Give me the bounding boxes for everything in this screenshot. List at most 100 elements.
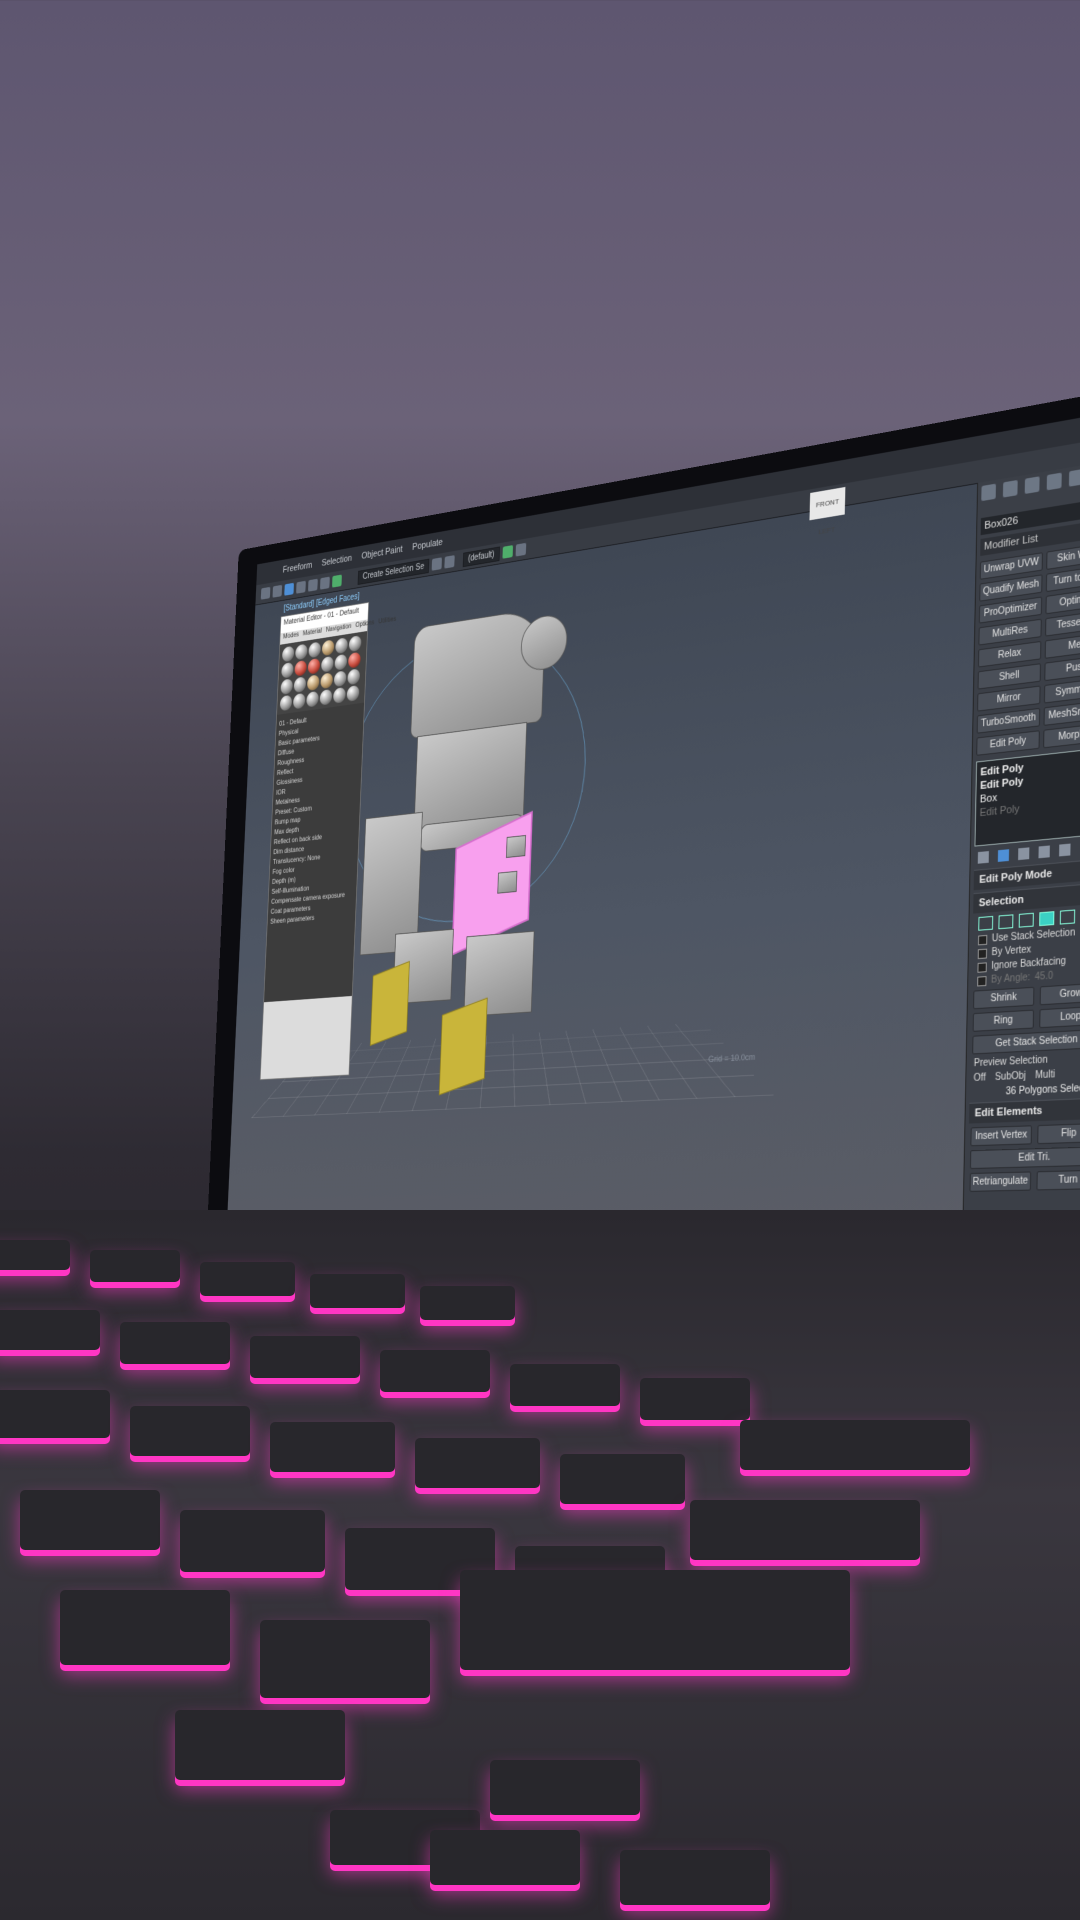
keyboard-key	[420, 1286, 515, 1320]
selection-count: 36 Polygons Selected	[1005, 1082, 1080, 1098]
material-slot[interactable]	[320, 672, 334, 690]
make-unique-icon[interactable]	[1018, 847, 1030, 861]
menu-object-paint[interactable]: Object Paint	[361, 544, 403, 561]
modifier-button[interactable]: Edit Poly	[976, 730, 1040, 756]
material-slot[interactable]	[334, 653, 348, 671]
render-setup-icon[interactable]	[515, 542, 526, 557]
element-level-icon[interactable]	[1059, 909, 1076, 925]
material-slot[interactable]	[293, 676, 307, 693]
get-stack-selection-button[interactable]: Get Stack Selection	[972, 1028, 1080, 1055]
keyboard-key	[175, 1710, 345, 1780]
configure-sets-icon[interactable]	[1059, 843, 1071, 857]
menu-freeform[interactable]: Freeform	[283, 560, 313, 575]
material-slot[interactable]	[333, 670, 347, 688]
motion-tab-icon[interactable]	[1046, 472, 1062, 491]
viewcube[interactable]: FRONT LEFT	[809, 486, 846, 536]
show-end-result-icon[interactable]	[997, 849, 1010, 862]
keyboard-key	[250, 1336, 360, 1378]
modifier-button[interactable]: MeshSmooth	[1043, 699, 1080, 726]
rollout-edit-elements[interactable]: Edit Elements	[969, 1097, 1080, 1124]
hierarchy-tab-icon[interactable]	[1024, 476, 1040, 494]
flip-button[interactable]: Flip	[1037, 1122, 1080, 1145]
align-icon[interactable]	[444, 555, 455, 569]
material-slot[interactable]	[348, 635, 362, 653]
keyboard-key	[180, 1510, 325, 1572]
material-slot[interactable]	[333, 687, 346, 704]
keyboard-key	[200, 1262, 295, 1296]
material-slot[interactable]	[280, 678, 293, 695]
material-slot[interactable]	[295, 643, 308, 661]
menu-populate[interactable]: Populate	[412, 537, 443, 552]
select-icon[interactable]	[284, 582, 294, 596]
material-slot[interactable]	[307, 658, 321, 675]
ring-loop-row: Ring Loop	[972, 1005, 1080, 1032]
command-panel: Box026 Modifier List Unwrap UVW Skin Wra…	[961, 459, 1080, 1277]
modifier-button[interactable]: Skin Wrap	[1046, 541, 1080, 570]
robot-bolt-bottom[interactable]	[497, 870, 518, 894]
material-slot[interactable]	[335, 637, 348, 655]
mirror-icon[interactable]	[431, 557, 442, 571]
grow-button[interactable]: Grow	[1039, 982, 1080, 1006]
modifier-button[interactable]: Push	[1044, 654, 1080, 682]
material-slot[interactable]	[306, 674, 320, 692]
pin-stack-icon[interactable]	[977, 851, 989, 864]
grid-status: Grid = 10.0cm	[708, 1052, 756, 1064]
material-slot[interactable]	[347, 651, 361, 669]
ring-button[interactable]: Ring	[972, 1009, 1034, 1032]
material-slots	[276, 631, 368, 715]
retriangulate-button[interactable]: Retriangulate	[969, 1171, 1032, 1192]
by-angle-value[interactable]: 45.0	[1035, 971, 1053, 983]
rotate-icon[interactable]	[307, 578, 318, 592]
radio-subobj[interactable]: SubObj	[995, 1071, 1026, 1083]
modifier-button[interactable]: Morpher	[1043, 722, 1080, 749]
modifier-button[interactable]: TurboSmooth	[976, 707, 1041, 734]
material-slot[interactable]	[279, 694, 293, 712]
snap-icon[interactable]	[332, 574, 342, 588]
insert-vertex-button[interactable]: Insert Vertex	[970, 1125, 1032, 1147]
material-slot[interactable]	[347, 668, 361, 686]
redo-icon[interactable]	[272, 584, 283, 598]
material-slot[interactable]	[319, 688, 333, 706]
render-icon[interactable]	[502, 545, 513, 559]
arrow-key-right	[620, 1850, 770, 1905]
edge-level-icon[interactable]	[998, 914, 1014, 930]
radio-multi[interactable]: Multi	[1035, 1069, 1055, 1081]
edit-tri-button[interactable]: Edit Tri.	[969, 1146, 1080, 1170]
material-slot[interactable]	[281, 662, 294, 679]
right-foot[interactable]	[438, 997, 488, 1096]
material-slot[interactable]	[292, 692, 306, 710]
border-level-icon[interactable]	[1018, 912, 1034, 928]
keyboard-key	[0, 1390, 110, 1438]
robot-bolt-top[interactable]	[505, 834, 527, 858]
material-slot[interactable]	[281, 645, 295, 663]
material-slot[interactable]	[294, 660, 307, 677]
left-foot[interactable]	[369, 960, 410, 1046]
remove-modifier-icon[interactable]	[1038, 845, 1050, 859]
laptop-screen-bezel: Freeform Selection Object Paint Populate…	[203, 388, 1080, 1318]
create-tab-icon[interactable]	[981, 483, 996, 502]
preview-selection-radios: Off SubObj Multi	[973, 1067, 1080, 1084]
radio-off[interactable]: Off	[973, 1073, 985, 1084]
material-slot[interactable]	[321, 639, 335, 657]
modifier-button[interactable]: Mirror	[977, 685, 1041, 712]
workspace-dropdown[interactable]: (default)	[462, 546, 500, 567]
scale-icon[interactable]	[319, 576, 330, 590]
turn-button[interactable]: Turn	[1036, 1169, 1080, 1191]
menu-selection[interactable]: Selection	[321, 553, 352, 568]
material-slot[interactable]	[308, 641, 322, 659]
undo-icon[interactable]	[260, 586, 271, 600]
material-slot[interactable]	[321, 655, 334, 673]
display-tab-icon[interactable]	[1068, 468, 1080, 487]
vertex-level-icon[interactable]	[978, 915, 994, 931]
robot-head[interactable]	[410, 607, 546, 739]
robot-model[interactable]	[333, 562, 723, 1101]
polygon-level-icon[interactable]	[1039, 911, 1055, 927]
loop-button[interactable]: Loop	[1039, 1005, 1080, 1029]
move-icon[interactable]	[296, 580, 306, 594]
shrink-button[interactable]: Shrink	[973, 986, 1035, 1010]
material-slot[interactable]	[306, 690, 319, 708]
modify-tab-icon[interactable]	[1002, 479, 1018, 498]
keyboard-key	[690, 1500, 920, 1560]
modifier-button[interactable]: Symmetry	[1043, 676, 1080, 704]
material-slot[interactable]	[346, 685, 360, 702]
